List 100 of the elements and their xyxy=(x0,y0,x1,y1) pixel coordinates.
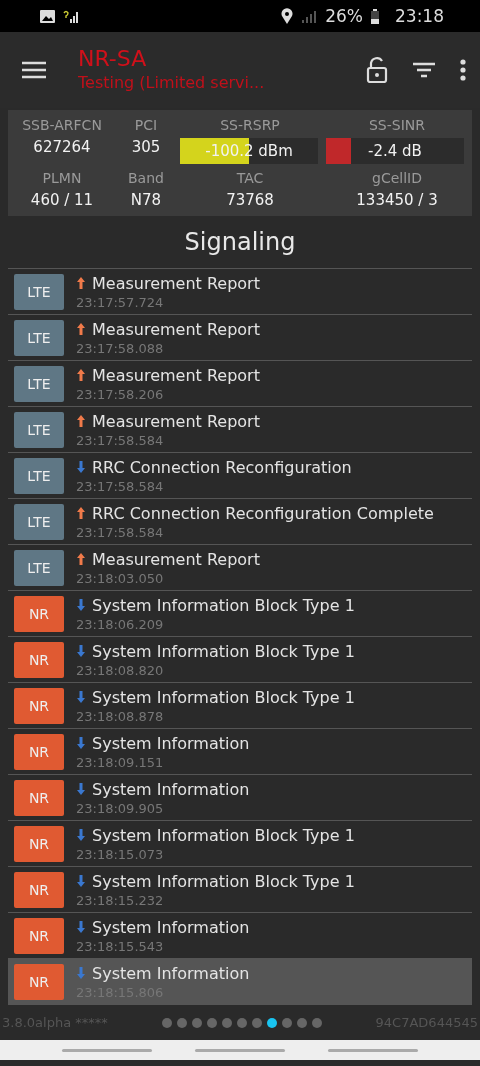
message-row[interactable]: NR System Information Block Type 1 23:18:06.209 xyxy=(8,591,472,637)
message-row[interactable]: LTE Measurement Report 23:17:58.088 xyxy=(8,315,472,361)
page-indicator-dot[interactable] xyxy=(161,1017,172,1028)
more-options-icon[interactable] xyxy=(460,59,466,81)
technology-badge: LTE xyxy=(14,273,64,310)
toolbar-subtitle: Testing (Limited servi... xyxy=(78,72,266,94)
down-arrow-icon xyxy=(76,782,86,796)
up-arrow-icon xyxy=(76,368,86,382)
unlocked-padlock-icon[interactable] xyxy=(366,57,388,83)
field-value: 133450 / 3 xyxy=(356,191,438,210)
nav-handle[interactable] xyxy=(195,1048,285,1052)
up-arrow-icon xyxy=(76,506,86,520)
page-indicator-dot[interactable] xyxy=(251,1017,262,1028)
field-value: 627264 xyxy=(33,138,91,159)
message-row[interactable]: NR System Information 23:18:09.905 xyxy=(8,775,472,821)
message-name: RRC Connection Reconfiguration xyxy=(92,456,352,478)
message-time: 23:18:03.050 xyxy=(76,569,165,587)
field-value: 305 xyxy=(131,138,161,159)
message-time: 23:18:08.878 xyxy=(76,707,165,725)
up-arrow-icon xyxy=(76,322,86,336)
field-value: N78 xyxy=(130,191,162,210)
message-row[interactable]: LTE Measurement Report 23:17:58.584 xyxy=(8,407,472,453)
battery-icon xyxy=(371,8,379,24)
message-row[interactable]: NR System Information Block Type 1 23:18:15.232 xyxy=(8,867,472,913)
message-time: 23:17:58.584 xyxy=(76,431,165,449)
field-value: 460 / 11 xyxy=(30,191,94,210)
down-arrow-icon xyxy=(76,874,86,888)
message-row[interactable]: NR System Information Block Type 1 23:18:08.878 xyxy=(8,683,472,729)
message-name: RRC Connection Reconfiguration Complete xyxy=(92,502,434,524)
message-time: 23:18:09.905 xyxy=(76,799,165,817)
message-name: System Information Block Type 1 xyxy=(92,686,355,708)
technology-badge: NR xyxy=(14,733,64,770)
technology-badge: LTE xyxy=(14,457,64,494)
technology-badge: NR xyxy=(14,687,64,724)
field-label: Band xyxy=(128,169,164,186)
message-time: 23:18:15.232 xyxy=(76,891,165,909)
field-label: SS-SINR xyxy=(368,116,425,133)
message-name: System Information Block Type 1 xyxy=(92,824,355,846)
message-time: 23:17:58.088 xyxy=(76,339,165,357)
technology-badge: LTE xyxy=(14,503,64,540)
technology-badge: LTE xyxy=(14,549,64,586)
message-row[interactable]: LTE Measurement Report 23:17:58.206 xyxy=(8,361,472,407)
section-title: Signaling xyxy=(183,227,297,258)
field-label: TAC xyxy=(236,169,264,186)
message-row[interactable]: LTE Measurement Report 23:18:03.050 xyxy=(8,545,472,591)
field-label: SS-RSRP xyxy=(220,116,280,133)
message-name: System Information xyxy=(92,732,250,754)
page-indicator-dot[interactable] xyxy=(281,1017,292,1028)
down-arrow-icon xyxy=(76,828,86,842)
message-name: System Information xyxy=(92,962,250,984)
message-row[interactable]: NR System Information Block Type 1 23:18:08.820 xyxy=(8,637,472,683)
message-time: 23:17:58.206 xyxy=(76,385,165,403)
battery-percentage: 26% xyxy=(325,6,363,26)
technology-badge: LTE xyxy=(14,365,64,402)
message-row[interactable]: LTE RRC Connection Reconfiguration 23:17:58.584 xyxy=(8,453,472,499)
up-arrow-icon xyxy=(76,414,86,428)
page-indicator-dot[interactable] xyxy=(311,1017,322,1028)
menu-icon[interactable] xyxy=(22,61,46,79)
message-time: 23:17:58.584 xyxy=(76,477,165,495)
technology-badge: NR xyxy=(14,595,64,632)
down-arrow-icon xyxy=(76,690,86,704)
page-indicator-dot[interactable] xyxy=(266,1017,277,1028)
page-indicator-dot[interactable] xyxy=(221,1017,232,1028)
message-time: 23:18:15.543 xyxy=(76,937,165,955)
technology-badge: NR xyxy=(14,871,64,908)
page-indicator-dot[interactable] xyxy=(206,1017,217,1028)
message-row[interactable]: LTE Measurement Report 23:17:57.724 xyxy=(8,269,472,315)
message-name: Measurement Report xyxy=(92,272,260,294)
nav-handle[interactable] xyxy=(328,1048,419,1052)
message-row[interactable]: NR System Information Block Type 1 23:18:15.073 xyxy=(8,821,472,867)
message-row[interactable]: NR System Information 23:18:09.151 xyxy=(8,729,472,775)
field-label: SSB-ARFCN xyxy=(22,116,102,133)
message-name: System Information Block Type 1 xyxy=(92,594,355,616)
message-name: Measurement Report xyxy=(92,410,260,432)
message-name: System Information Block Type 1 xyxy=(92,870,355,892)
nav-handle[interactable] xyxy=(61,1048,152,1052)
technology-badge: NR xyxy=(14,825,64,862)
technology-badge: LTE xyxy=(14,319,64,356)
message-time: 23:18:08.820 xyxy=(76,661,165,679)
filter-icon[interactable] xyxy=(412,62,436,78)
page-indicator-dot[interactable] xyxy=(176,1017,187,1028)
meter-reading: -2.4 dB xyxy=(368,142,422,161)
message-row[interactable]: LTE RRC Connection Reconfiguration Complete 23:17:58.584 xyxy=(8,499,472,545)
message-name: System Information xyxy=(92,916,250,938)
down-arrow-icon xyxy=(76,966,86,980)
message-name: System Information Block Type 1 xyxy=(92,640,355,662)
page-indicator-dot[interactable] xyxy=(236,1017,247,1028)
page-indicator-dot[interactable] xyxy=(191,1017,202,1028)
field-label: PCI xyxy=(134,116,158,133)
message-time: 23:17:58.584 xyxy=(76,523,165,541)
message-time: 23:17:57.724 xyxy=(76,293,165,311)
message-name: Measurement Report xyxy=(92,318,260,340)
field-value: 73768 xyxy=(226,191,274,210)
technology-badge: NR xyxy=(14,641,64,678)
page-indicator-dot[interactable] xyxy=(296,1017,307,1028)
message-name: Measurement Report xyxy=(92,364,260,386)
down-arrow-icon xyxy=(76,920,86,934)
field-label: PLMN xyxy=(42,169,82,186)
message-name: Measurement Report xyxy=(92,548,260,570)
down-arrow-icon xyxy=(76,736,86,750)
